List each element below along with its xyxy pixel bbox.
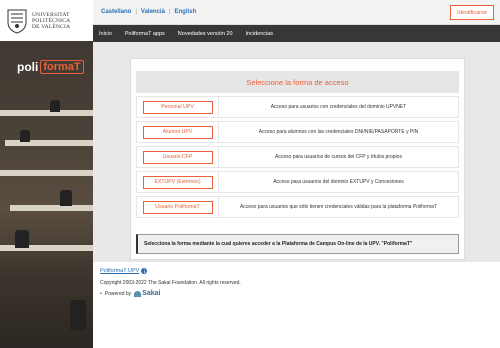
access-row: Personal UPV Acceso para usuarios con cr…: [136, 96, 459, 118]
sakai-logo[interactable]: Sakai: [134, 290, 160, 297]
lang-english-link[interactable]: English: [175, 9, 197, 15]
nav-item-novedades[interactable]: Novedades versión 20: [178, 31, 233, 37]
access-description: Acceso para usuarios que sólo tienen cre…: [239, 204, 438, 210]
usuario-cfp-button[interactable]: Usuario CFP: [142, 150, 213, 164]
university-line: UNIVERSITAT: [32, 11, 70, 18]
access-button-cell: Usuario PoliformaT: [137, 197, 219, 217]
university-name: UNIVERSITAT POLITÈCNICA DE VALÈNCIA: [32, 12, 70, 30]
access-card: Seleccione la forma de acceso Personal U…: [130, 58, 465, 260]
decor-person: [70, 300, 86, 330]
decor-person: [20, 130, 30, 142]
lang-valencia-link[interactable]: Valencià: [141, 9, 165, 15]
poliformat-logo: poli formaT: [17, 60, 84, 74]
access-description: Acceso para usuarios del dominio EXTUPV …: [273, 179, 404, 185]
separator: |: [168, 9, 171, 15]
copyright-text: Copyright 2003-2022 The Sakai Foundation…: [100, 280, 241, 286]
sakai-name: Sakai: [142, 290, 161, 297]
brand-prefix: poli: [17, 60, 39, 74]
nav-item-poliformat-apps[interactable]: PoliformaT apps: [125, 31, 165, 37]
poliformat-upv-link[interactable]: PoliformaT UPV: [100, 268, 139, 274]
brand-name: formaT: [40, 60, 84, 74]
top-bar: Castellano | Valencià | English Identifi…: [93, 0, 500, 25]
footer-link[interactable]: PoliformaT UPV i: [100, 268, 148, 274]
personal-upv-button[interactable]: Personal UPV: [142, 100, 213, 114]
access-title: Seleccione la forma de acceso: [136, 71, 459, 93]
bullet: •: [100, 290, 102, 297]
decor-person: [60, 190, 72, 206]
decor-desk: [5, 140, 93, 146]
access-button-cell: Alumno UPV: [137, 122, 219, 142]
access-notice: Selecciona la forma mediante la cual qui…: [136, 234, 459, 254]
university-logo[interactable]: UNIVERSITAT POLITÈCNICA DE VALÈNCIA: [0, 0, 93, 41]
lang-castellano-link[interactable]: Castellano: [101, 9, 131, 15]
access-row: EXTUPV (Externos) Acceso para usuarios d…: [136, 171, 459, 193]
separator: |: [135, 9, 137, 15]
access-row: Usuario PoliformaT Acceso para usuarios …: [136, 196, 459, 218]
access-button-cell: Usuario CFP: [137, 147, 219, 167]
access-button-cell: EXTUPV (Externos): [137, 172, 219, 192]
access-description: Acceso para usuarios de cursos del CFP y…: [275, 154, 402, 160]
footer: [93, 262, 500, 348]
university-crest-icon: [7, 9, 27, 34]
alumno-upv-button[interactable]: Alumno UPV: [142, 125, 213, 139]
usuario-poliformat-button[interactable]: Usuario PoliformaT: [142, 200, 213, 214]
decor-desk: [10, 205, 93, 211]
language-selector: Castellano | Valencià | English: [101, 9, 196, 15]
decor-desk: [0, 170, 93, 176]
access-button-cell: Personal UPV: [137, 97, 219, 117]
decor-desk: [0, 245, 93, 251]
sakai-mark-icon: [134, 290, 142, 297]
university-line: POLITÈCNICA: [32, 17, 71, 24]
main-nav: Inicio PoliformaT apps Novedades versión…: [93, 25, 500, 42]
powered-by: • Powered by Sakai: [100, 290, 160, 297]
nav-item-incidencias[interactable]: Incidencias: [246, 31, 274, 37]
university-line: DE VALÈNCIA: [32, 23, 71, 30]
access-row: Usuario CFP Acceso para usuarios de curs…: [136, 146, 459, 168]
side-photo-panel: UNIVERSITAT POLITÈCNICA DE VALÈNCIA poli…: [0, 0, 93, 348]
decor-person: [15, 230, 29, 248]
access-description: Acceso para alumnos con las credenciales…: [258, 129, 419, 135]
nav-item-inicio[interactable]: Inicio: [99, 31, 112, 37]
decor-person: [50, 100, 60, 112]
access-row: Alumno UPV Acceso para alumnos con las c…: [136, 121, 459, 143]
powered-by-label: Powered by: [104, 290, 132, 297]
access-description: Acceso para usuarios con credenciales de…: [270, 104, 407, 110]
info-icon[interactable]: i: [141, 268, 148, 274]
login-button[interactable]: Identificarse: [450, 5, 494, 20]
extupv-button[interactable]: EXTUPV (Externos): [142, 175, 213, 189]
decor-desk: [0, 110, 93, 116]
